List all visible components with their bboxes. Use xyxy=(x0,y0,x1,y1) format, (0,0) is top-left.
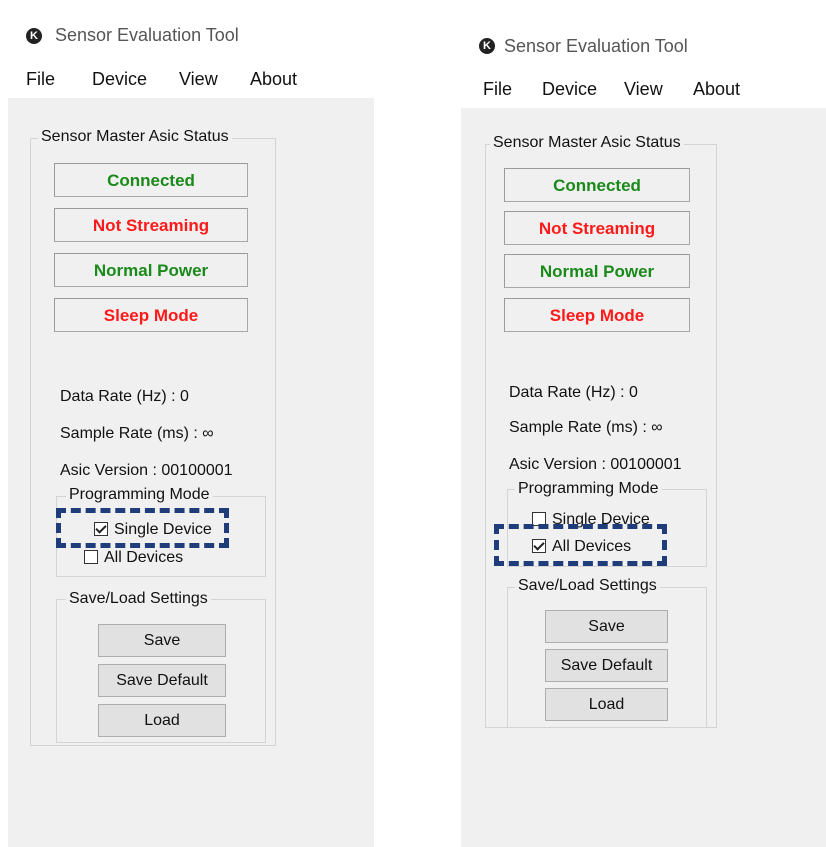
menu-bar: File Device View About xyxy=(461,74,826,108)
all-devices-checkbox[interactable] xyxy=(84,550,98,564)
title-bar: K Sensor Evaluation Tool xyxy=(461,20,826,74)
sample-rate-label: Sample Rate (ms) : ∞ xyxy=(60,425,214,442)
save-default-button[interactable]: Save Default xyxy=(98,664,226,697)
save-default-button[interactable]: Save Default xyxy=(545,649,668,682)
menu-about[interactable]: About xyxy=(250,69,297,90)
menu-device[interactable]: Device xyxy=(542,79,597,100)
status-streaming: Not Streaming xyxy=(504,211,690,245)
status-connected: Connected xyxy=(504,168,690,202)
sample-rate-label: Sample Rate (ms) : ∞ xyxy=(509,419,663,436)
status-streaming: Not Streaming xyxy=(54,208,248,242)
right-window: K Sensor Evaluation Tool File Device Vie… xyxy=(461,20,826,847)
save-button[interactable]: Save xyxy=(98,624,226,657)
status-power: Normal Power xyxy=(504,254,690,288)
asic-version-label: Asic Version : 00100001 xyxy=(60,462,233,479)
window-title: Sensor Evaluation Tool xyxy=(55,25,239,45)
window-title: Sensor Evaluation Tool xyxy=(504,36,688,56)
app-logo-icon: K xyxy=(26,28,42,44)
load-button[interactable]: Load xyxy=(545,688,668,721)
highlight-box xyxy=(56,508,229,548)
status-power: Normal Power xyxy=(54,253,248,287)
asic-version-label: Asic Version : 00100001 xyxy=(509,456,682,473)
left-window: K Sensor Evaluation Tool File Device Vie… xyxy=(8,10,374,847)
menu-view[interactable]: View xyxy=(624,79,663,100)
menu-file[interactable]: File xyxy=(483,79,512,100)
menu-view[interactable]: View xyxy=(179,69,218,90)
status-sleep-mode: Sleep Mode xyxy=(504,298,690,332)
menu-file[interactable]: File xyxy=(26,69,55,90)
menu-device[interactable]: Device xyxy=(92,69,147,90)
status-group-label: Sensor Master Asic Status xyxy=(490,134,684,152)
data-rate-label: Data Rate (Hz) : 0 xyxy=(60,388,189,405)
status-group-label: Sensor Master Asic Status xyxy=(38,128,232,146)
data-rate-label: Data Rate (Hz) : 0 xyxy=(509,384,638,401)
app-logo-icon: K xyxy=(479,38,495,54)
save-load-label: Save/Load Settings xyxy=(66,590,211,608)
programming-mode-label: Programming Mode xyxy=(515,480,662,498)
status-connected: Connected xyxy=(54,163,248,197)
save-button[interactable]: Save xyxy=(545,610,668,643)
menu-bar: File Device View About xyxy=(8,64,374,98)
highlight-box xyxy=(494,524,667,566)
title-bar: K Sensor Evaluation Tool xyxy=(8,10,374,64)
programming-mode-label: Programming Mode xyxy=(66,486,213,504)
save-load-label: Save/Load Settings xyxy=(515,577,660,595)
load-button[interactable]: Load xyxy=(98,704,226,737)
menu-about[interactable]: About xyxy=(693,79,740,100)
all-devices-option[interactable]: All Devices xyxy=(84,549,183,567)
status-sleep-mode: Sleep Mode xyxy=(54,298,248,332)
all-devices-label: All Devices xyxy=(104,549,184,566)
